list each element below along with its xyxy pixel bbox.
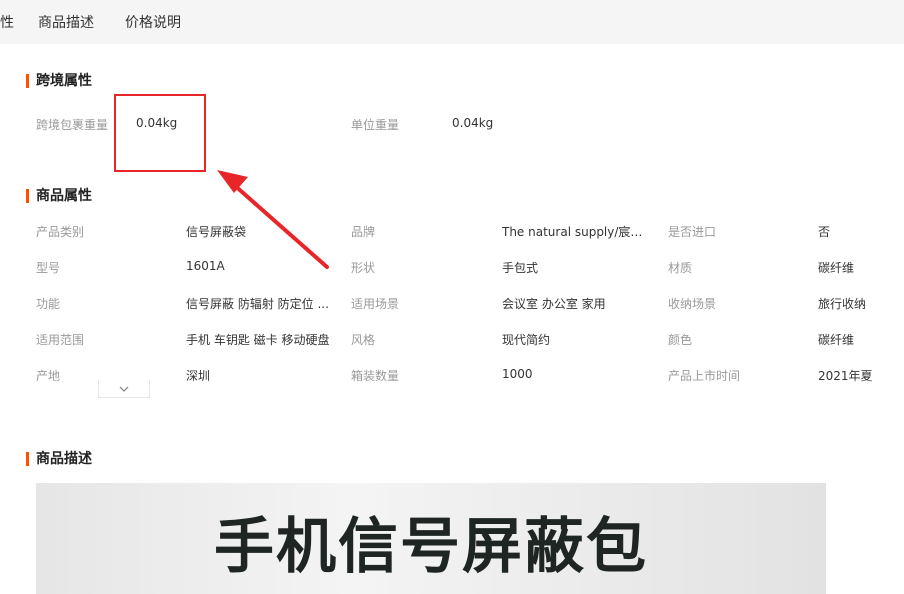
banner-headline: 手机信号屏蔽包 bbox=[214, 512, 648, 582]
attr-value: 现代简约 bbox=[502, 333, 551, 347]
attr-value: 手包式 bbox=[502, 261, 539, 275]
attr-label: 形状 bbox=[351, 261, 376, 275]
attr-label: 品牌 bbox=[351, 225, 376, 239]
expand-attrs-button[interactable] bbox=[98, 380, 150, 398]
attr-label: 功能 bbox=[36, 297, 61, 311]
attr-label: 材质 bbox=[668, 261, 693, 275]
package-weight-label: 跨境包裹重量 bbox=[36, 118, 109, 132]
attr-label: 适用范围 bbox=[36, 333, 85, 347]
product-attrs-title: 商品属性 bbox=[26, 187, 92, 205]
attr-value: 会议室 办公室 家用 bbox=[502, 297, 606, 311]
attr-label: 产品类别 bbox=[36, 225, 85, 239]
attr-value: 否 bbox=[818, 225, 831, 239]
unit-weight-value: 0.04kg bbox=[452, 116, 494, 130]
chevron-down-icon bbox=[119, 386, 129, 392]
attr-value: 信号屏蔽袋 bbox=[186, 225, 247, 239]
attr-value: 旅行收纳 bbox=[818, 297, 867, 311]
attr-label: 适用场景 bbox=[351, 297, 400, 311]
attr-value: The natural supply/宸富... bbox=[502, 225, 650, 239]
tab-bar: 性 商品描述 价格说明 bbox=[0, 0, 904, 44]
attr-value: 1000 bbox=[502, 367, 533, 381]
attr-value: 碳纤维 bbox=[818, 261, 855, 275]
tab-attributes[interactable]: 性 bbox=[0, 12, 14, 32]
attr-value: 碳纤维 bbox=[818, 333, 855, 347]
attr-label: 型号 bbox=[36, 261, 61, 275]
attr-label: 是否进口 bbox=[668, 225, 717, 239]
description-title: 商品描述 bbox=[26, 450, 92, 468]
attr-value: 手机 车钥匙 磁卡 移动硬盘 bbox=[186, 333, 330, 347]
attr-value: 信号屏蔽 防辐射 防定位 ... bbox=[186, 297, 329, 311]
attr-label: 颜色 bbox=[668, 333, 693, 347]
tab-description[interactable]: 商品描述 bbox=[38, 12, 94, 32]
annotation-box bbox=[114, 94, 206, 172]
attr-label: 风格 bbox=[351, 333, 376, 347]
unit-weight-label: 单位重量 bbox=[351, 118, 400, 132]
cross-border-title: 跨境属性 bbox=[26, 72, 92, 90]
description-banner: 手机信号屏蔽包 bbox=[36, 483, 826, 594]
tab-price-notes[interactable]: 价格说明 bbox=[125, 12, 181, 32]
attr-label: 收纳场景 bbox=[668, 297, 717, 311]
attr-value: 1601A bbox=[186, 259, 225, 273]
